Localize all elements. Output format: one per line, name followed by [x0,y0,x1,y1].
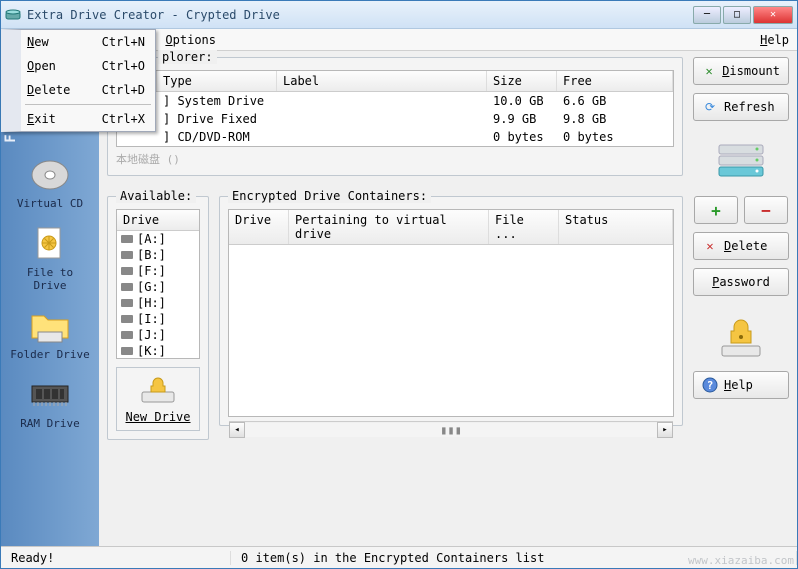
password-button[interactable]: Password [693,268,789,296]
close-button[interactable]: ✕ [753,6,793,24]
app-icon [5,7,21,23]
available-title: Available: [116,189,196,203]
menu-options[interactable]: Options [157,29,224,50]
add-button[interactable]: + [694,196,738,224]
list-item[interactable]: [K:] [117,343,199,359]
dismount-button[interactable]: ✕Dismount [693,57,789,85]
list-item[interactable]: [J:] [117,327,199,343]
drive-icon [121,299,133,307]
explorer-group: plorer: Type Label Size Free ] System Dr… [107,57,683,176]
obscured-text: 本地磁盘 () [116,151,674,167]
file-dropdown: NewCtrl+N OpenCtrl+O DeleteCtrl+D ExitCt… [1,29,156,132]
scroll-right-icon[interactable]: ▸ [657,422,673,438]
list-item[interactable]: [F:] [117,263,199,279]
list-item[interactable]: [H:] [117,295,199,311]
col-size[interactable]: Size [487,71,557,91]
maximize-button[interactable]: □ [723,6,751,24]
available-group: Available: Drive [A:][B:][F:][G:][H:][I:… [107,196,209,440]
sidebar-item-ram-drive[interactable]: RAM Drive [7,371,93,434]
menu-open[interactable]: OpenCtrl+O [21,54,155,78]
drive-icon [121,315,133,323]
new-drive-button[interactable]: New Drive [116,367,200,431]
lock-drive-icon [716,316,766,363]
refresh-icon: ⟳ [702,99,718,115]
window-title: Extra Drive Creator - Crypted Drive [27,8,693,22]
encrypted-group: Encrypted Drive Containers: Drive Pertai… [219,196,683,426]
statusbar: Ready! 0 item(s) in the Encrypted Contai… [1,546,797,568]
titlebar: Extra Drive Creator - Crypted Drive ─ □ … [1,1,797,29]
list-item[interactable]: [A:] [117,231,199,247]
drive-icon [121,251,133,259]
drive-icon [121,283,133,291]
available-header[interactable]: Drive [117,210,199,231]
encrypted-title: Encrypted Drive Containers: [228,189,431,203]
explorer-table[interactable]: Type Label Size Free ] System Drive10.0 … [116,70,674,147]
delete-button[interactable]: ✕Delete [693,232,789,260]
delete-icon: ✕ [702,238,718,254]
explorer-actions: ✕Dismount ⟳Refresh [693,57,789,188]
status-ready: Ready! [1,551,231,565]
menu-new[interactable]: NewCtrl+N [21,30,155,54]
col-status[interactable]: Status [559,210,673,244]
status-items: 0 item(s) in the Encrypted Containers li… [231,551,797,565]
file-gear-icon [26,224,74,264]
app-window: Extra Drive Creator - Crypted Drive ─ □ … [0,0,798,569]
list-item[interactable]: [G:] [117,279,199,295]
explorer-row: plorer: Type Label Size Free ] System Dr… [107,57,789,188]
drive-icon [121,235,133,243]
col-label[interactable]: Label [277,71,487,91]
list-item[interactable]: [I:] [117,311,199,327]
sidebar-item-folder-drive[interactable]: Folder Drive [7,302,93,365]
scroll-left-icon[interactable]: ◂ [229,422,245,438]
drives-stack-icon [713,141,769,188]
col-drive[interactable]: Drive [229,210,289,244]
available-list[interactable]: Drive [A:][B:][F:][G:][H:][I:][J:][K:][L… [116,209,200,359]
remove-button[interactable]: − [744,196,788,224]
sidebar-item-virtual-cd[interactable]: Virtual CD [7,151,93,214]
help-icon: ? [702,377,718,393]
encrypted-actions: + − ✕Delete Password ?Help [693,196,789,399]
horizontal-scrollbar[interactable]: ◂ ▮▮▮ ▸ [229,421,673,437]
drive-icon [121,331,133,339]
drive-icon [121,267,133,275]
svg-text:?: ? [707,379,714,392]
help-button[interactable]: ?Help [693,371,789,399]
explorer-title: plorer: [158,50,217,64]
new-drive-icon [138,374,178,406]
cd-icon [26,155,74,195]
plus-icon: + [711,201,721,220]
dismount-icon: ✕ [702,63,716,79]
minus-icon: − [761,201,771,220]
col-pertaining[interactable]: Pertaining to virtual drive [289,210,489,244]
menu-exit[interactable]: ExitCtrl+X [21,107,155,131]
encrypted-table[interactable]: Drive Pertaining to virtual drive File .… [228,209,674,417]
menu-help[interactable]: Help [752,29,797,50]
table-row[interactable]: ] System Drive10.0 GB6.6 GB [117,92,673,110]
content-area: File Virtual CD File to Drive Folder Dri… [1,51,797,546]
window-controls: ─ □ ✕ [693,6,793,24]
list-item[interactable]: [B:] [117,247,199,263]
minimize-button[interactable]: ─ [693,6,721,24]
folder-drive-icon [26,306,74,346]
main-panel: NewCtrl+N OpenCtrl+O DeleteCtrl+D ExitCt… [99,51,797,546]
menu-delete[interactable]: DeleteCtrl+D [21,78,155,102]
lower-row: Available: Drive [A:][B:][F:][G:][H:][I:… [107,196,789,546]
ram-icon [26,375,74,415]
refresh-button[interactable]: ⟳Refresh [693,93,789,121]
col-file[interactable]: File ... [489,210,559,244]
col-type[interactable]: Type [157,71,277,91]
drive-icon [121,347,133,355]
table-row[interactable]: ] CD/DVD-ROM0 bytes0 bytes [117,128,673,146]
table-row[interactable]: ] Drive Fixed9.9 GB9.8 GB [117,110,673,128]
sidebar-item-file-to-drive[interactable]: File to Drive [7,220,93,296]
col-free[interactable]: Free [557,71,673,91]
